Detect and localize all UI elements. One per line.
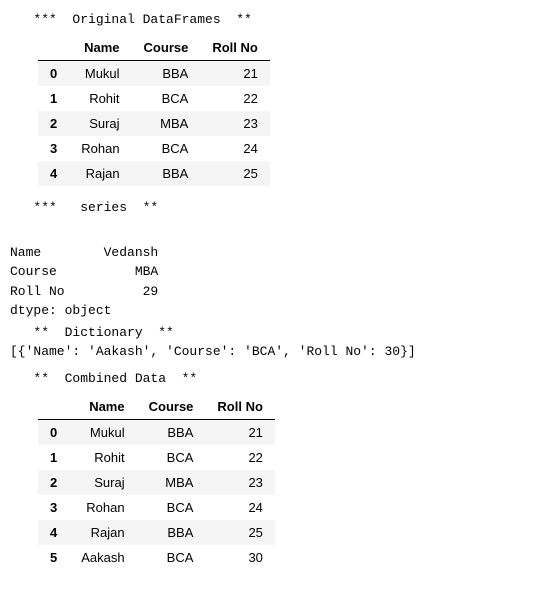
table-row: 3 Rohan BCA 24 [38, 136, 270, 161]
dict-repr: [{'Name': 'Aakash', 'Course': 'BCA', 'Ro… [10, 342, 524, 362]
cell: Mukul [69, 61, 131, 87]
col-header: Course [137, 394, 206, 420]
cell: Rohan [69, 495, 136, 520]
cell: BCA [137, 495, 206, 520]
cell: 24 [200, 136, 270, 161]
cell: MBA [137, 470, 206, 495]
row-index: 3 [38, 136, 69, 161]
series-line: Name Vedansh [10, 245, 158, 260]
table-row: 4 Rajan BBA 25 [38, 161, 270, 186]
cell: 24 [205, 495, 275, 520]
cell: 22 [205, 445, 275, 470]
heading-combined: ** Combined Data ** [10, 371, 524, 386]
table-row: 1 Rohit BCA 22 [38, 86, 270, 111]
table-row: 0 Mukul BBA 21 [38, 420, 275, 446]
row-index: 2 [38, 470, 69, 495]
cell: Rohan [69, 136, 131, 161]
series-line: Course MBA [10, 264, 158, 279]
row-index: 4 [38, 161, 69, 186]
series-output: Name Vedansh Course MBA Roll No 29 dtype… [10, 223, 524, 321]
col-header: Name [69, 35, 131, 61]
cell: BCA [132, 136, 201, 161]
cell: 23 [205, 470, 275, 495]
table-row: 2 Suraj MBA 23 [38, 111, 270, 136]
series-dtype: dtype: object [10, 303, 111, 318]
cell: BCA [132, 86, 201, 111]
row-index: 2 [38, 111, 69, 136]
series-line: Roll No 29 [10, 284, 158, 299]
heading-dictionary: ** Dictionary ** [10, 325, 524, 340]
table-row: 1 Rohit BCA 22 [38, 445, 275, 470]
cell: MBA [132, 111, 201, 136]
table-row: 3 Rohan BCA 24 [38, 495, 275, 520]
cell: 21 [205, 420, 275, 446]
row-index: 0 [38, 420, 69, 446]
row-index: 1 [38, 86, 69, 111]
cell: Aakash [69, 545, 136, 570]
heading-series: *** series ** [10, 200, 524, 215]
cell: BBA [137, 420, 206, 446]
row-index: 5 [38, 545, 69, 570]
cell: 25 [200, 161, 270, 186]
cell: BCA [137, 445, 206, 470]
row-index: 4 [38, 520, 69, 545]
cell: Mukul [69, 420, 136, 446]
cell: Rajan [69, 520, 136, 545]
col-header: Name [69, 394, 136, 420]
row-index: 0 [38, 61, 69, 87]
col-header: Course [132, 35, 201, 61]
cell: BCA [137, 545, 206, 570]
row-index: 3 [38, 495, 69, 520]
cell: Suraj [69, 111, 131, 136]
cell: Rohit [69, 445, 136, 470]
cell: BBA [132, 61, 201, 87]
table-row: 2 Suraj MBA 23 [38, 470, 275, 495]
table-row: 0 Mukul BBA 21 [38, 61, 270, 87]
cell: BBA [132, 161, 201, 186]
cell: 22 [200, 86, 270, 111]
cell: 30 [205, 545, 275, 570]
index-header [38, 35, 69, 61]
row-index: 1 [38, 445, 69, 470]
cell: 21 [200, 61, 270, 87]
index-header [38, 394, 69, 420]
cell: Suraj [69, 470, 136, 495]
dataframe-original: Name Course Roll No 0 Mukul BBA 21 1 Roh… [38, 35, 270, 186]
cell: Rajan [69, 161, 131, 186]
cell: BBA [137, 520, 206, 545]
col-header: Roll No [205, 394, 275, 420]
table-row: 4 Rajan BBA 25 [38, 520, 275, 545]
cell: Rohit [69, 86, 131, 111]
col-header: Roll No [200, 35, 270, 61]
heading-original: *** Original DataFrames ** [10, 12, 524, 27]
cell: 23 [200, 111, 270, 136]
cell: 25 [205, 520, 275, 545]
table-row: 5 Aakash BCA 30 [38, 545, 275, 570]
dataframe-combined: Name Course Roll No 0 Mukul BBA 21 1 Roh… [38, 394, 275, 570]
